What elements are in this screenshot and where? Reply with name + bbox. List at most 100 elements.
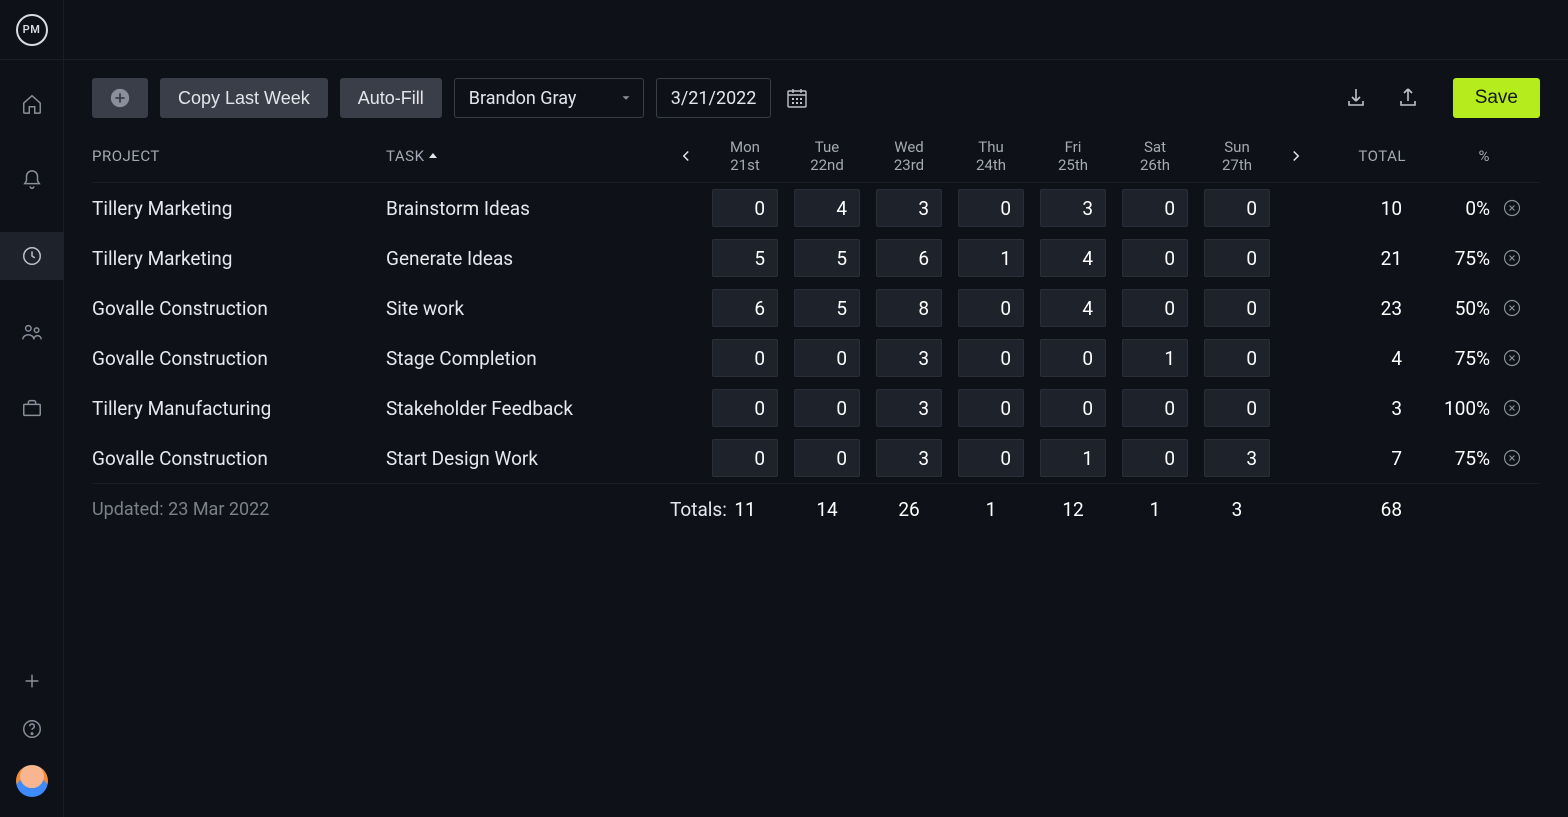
table-row: Tillery MarketingGenerate Ideas556140021… [92, 233, 1540, 283]
day-total-1: 14 [788, 498, 866, 521]
hour-input[interactable]: 3 [1204, 439, 1270, 477]
nav-add[interactable] [0, 669, 64, 693]
hour-input[interactable]: 0 [1204, 389, 1270, 427]
export-button[interactable] [1393, 83, 1423, 113]
delete-row-button[interactable] [1494, 398, 1530, 418]
hour-input[interactable]: 0 [794, 389, 860, 427]
day-head-2: Wed23rd [870, 138, 948, 174]
calendar-button[interactable] [779, 78, 815, 118]
task-cell[interactable]: Generate Ideas [386, 247, 666, 270]
hour-input[interactable]: 0 [1204, 289, 1270, 327]
column-project[interactable]: PROJECT [92, 147, 382, 165]
nav-team[interactable] [0, 308, 64, 356]
chevron-left-icon [677, 147, 695, 165]
hour-input[interactable]: 0 [958, 339, 1024, 377]
hour-input[interactable]: 0 [712, 339, 778, 377]
hour-input[interactable]: 0 [1204, 239, 1270, 277]
project-cell[interactable]: Tillery Manufacturing [92, 397, 382, 420]
hour-input[interactable]: 8 [876, 289, 942, 327]
task-cell[interactable]: Start Design Work [386, 447, 666, 470]
hour-input[interactable]: 4 [1040, 289, 1106, 327]
hour-input[interactable]: 1 [1122, 339, 1188, 377]
row-percent: 75% [1410, 347, 1490, 370]
hour-input[interactable]: 0 [1204, 339, 1270, 377]
hour-input[interactable]: 6 [712, 289, 778, 327]
week-prev-button[interactable] [670, 147, 702, 165]
import-icon [1344, 86, 1368, 110]
copy-last-week-button[interactable]: Copy Last Week [160, 78, 328, 118]
hour-input[interactable]: 0 [1122, 439, 1188, 477]
hour-input[interactable]: 0 [794, 339, 860, 377]
hour-input[interactable]: 0 [1122, 189, 1188, 227]
column-total: TOTAL [1316, 147, 1406, 165]
nav-notifications[interactable] [0, 156, 64, 204]
nav-help[interactable] [0, 717, 64, 741]
add-row-button[interactable] [92, 78, 148, 118]
hour-input[interactable]: 5 [712, 239, 778, 277]
hour-input[interactable]: 0 [958, 389, 1024, 427]
import-button[interactable] [1341, 83, 1371, 113]
hour-input[interactable]: 0 [1122, 389, 1188, 427]
delete-row-button[interactable] [1494, 448, 1530, 468]
nav-portfolio[interactable] [0, 384, 64, 432]
close-circle-icon [1502, 448, 1522, 468]
project-cell[interactable]: Govalle Construction [92, 297, 382, 320]
hour-input[interactable]: 4 [1040, 239, 1106, 277]
hour-input[interactable]: 0 [958, 289, 1024, 327]
export-icon [1396, 86, 1420, 110]
delete-row-button[interactable] [1494, 348, 1530, 368]
hour-input[interactable]: 0 [1122, 239, 1188, 277]
delete-row-button[interactable] [1494, 248, 1530, 268]
task-cell[interactable]: Brainstorm Ideas [386, 197, 666, 220]
column-task[interactable]: TASK [386, 147, 666, 165]
save-button[interactable]: Save [1453, 78, 1540, 118]
hour-input[interactable]: 5 [794, 289, 860, 327]
hour-input[interactable]: 3 [1040, 189, 1106, 227]
nav-timesheet[interactable] [0, 232, 64, 280]
date-input[interactable]: 3/21/2022 [656, 78, 772, 118]
hour-input[interactable]: 0 [712, 189, 778, 227]
delete-row-button[interactable] [1494, 298, 1530, 318]
nav-home[interactable] [0, 80, 64, 128]
auto-fill-button[interactable]: Auto-Fill [340, 78, 442, 118]
hour-input[interactable]: 3 [876, 339, 942, 377]
hour-input[interactable]: 6 [876, 239, 942, 277]
hour-input[interactable]: 0 [1040, 389, 1106, 427]
timesheet-grid: PROJECT TASK Mon21st Tue22nd Wed23rd Thu… [92, 128, 1540, 535]
project-cell[interactable]: Tillery Marketing [92, 247, 382, 270]
delete-row-button[interactable] [1494, 198, 1530, 218]
hour-input[interactable]: 3 [876, 389, 942, 427]
task-cell[interactable]: Site work [386, 297, 666, 320]
hour-input[interactable]: 0 [1122, 289, 1188, 327]
row-total: 7 [1316, 447, 1406, 470]
user-select[interactable]: Brandon Gray [454, 78, 644, 118]
hour-input[interactable]: 4 [794, 189, 860, 227]
hour-input[interactable]: 3 [876, 439, 942, 477]
hour-input[interactable]: 5 [794, 239, 860, 277]
project-cell[interactable]: Govalle Construction [92, 347, 382, 370]
hour-input[interactable]: 0 [1040, 339, 1106, 377]
hour-input[interactable]: 1 [958, 239, 1024, 277]
week-next-button[interactable] [1280, 147, 1312, 165]
hour-input[interactable]: 0 [1204, 189, 1270, 227]
task-cell[interactable]: Stage Completion [386, 347, 666, 370]
hour-input[interactable]: 0 [712, 389, 778, 427]
hour-input[interactable]: 0 [958, 189, 1024, 227]
hour-input[interactable]: 0 [794, 439, 860, 477]
hour-input[interactable]: 0 [958, 439, 1024, 477]
task-cell[interactable]: Stakeholder Feedback [386, 397, 666, 420]
day-head-1: Tue22nd [788, 138, 866, 174]
hour-input[interactable]: 3 [876, 189, 942, 227]
hour-input[interactable]: 0 [712, 439, 778, 477]
hour-input[interactable]: 1 [1040, 439, 1106, 477]
row-percent: 75% [1410, 247, 1490, 270]
project-cell[interactable]: Govalle Construction [92, 447, 382, 470]
row-percent: 75% [1410, 447, 1490, 470]
bell-icon [21, 169, 43, 191]
avatar[interactable] [16, 765, 48, 797]
user-select-value: Brandon Gray [469, 88, 577, 109]
plus-icon [21, 670, 43, 692]
project-cell[interactable]: Tillery Marketing [92, 197, 382, 220]
table-row: Govalle ConstructionStart Design Work003… [92, 433, 1540, 483]
row-total: 10 [1316, 197, 1406, 220]
